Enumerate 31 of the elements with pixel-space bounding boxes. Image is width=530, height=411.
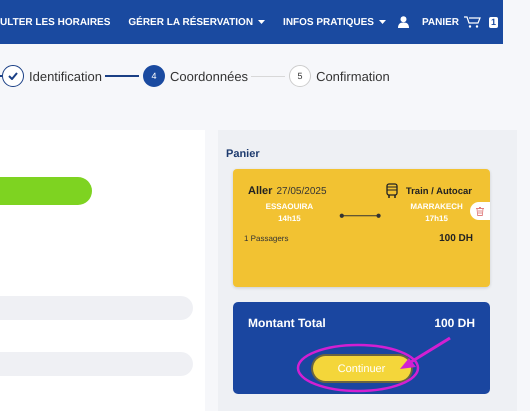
nav-link[interactable]: GÉRER LA RÉSERVATION [128, 16, 266, 28]
route-line [338, 212, 382, 218]
arrival-city: MARRAKECH [410, 202, 463, 211]
panel-title: Panier [226, 148, 261, 160]
step-number: 4 [143, 65, 165, 87]
delete-button[interactable] [470, 202, 490, 220]
arrival-time: 17h15 [425, 214, 448, 223]
departure-city: ESSAOUIRA [266, 202, 314, 211]
cart-count-badge: 1 [489, 16, 498, 28]
step-number: 5 [289, 65, 312, 87]
trash-icon [476, 206, 484, 216]
nav-link[interactable]: INFOS PRATIQUES [283, 16, 386, 28]
nav-link[interactable]: ULTER LES HORAIRES [0, 16, 110, 28]
passenger-count: 1 Passagers [244, 234, 288, 243]
user-icon[interactable] [398, 16, 409, 28]
pill-button[interactable] [0, 177, 92, 205]
direction-label: Aller [248, 185, 272, 197]
trip-price: 100 DH [439, 233, 473, 244]
total-amount: 100 DH [434, 316, 475, 330]
step-label: Identification [29, 68, 102, 84]
transport-mode: Train / Autocar [406, 186, 472, 196]
step-label: Confirmation [316, 68, 390, 84]
cart-icon [464, 16, 482, 28]
bus-icon [386, 183, 398, 199]
step-label: Coordonnées [170, 68, 248, 84]
trip-date: 27/05/2025 [276, 186, 327, 196]
check-icon [8, 72, 18, 80]
departure-time: 14h15 [278, 214, 301, 223]
cart-link[interactable]: PANIER 1 [422, 16, 498, 28]
pointer-arrow [400, 336, 451, 369]
total-label: Montant Total [248, 316, 326, 330]
